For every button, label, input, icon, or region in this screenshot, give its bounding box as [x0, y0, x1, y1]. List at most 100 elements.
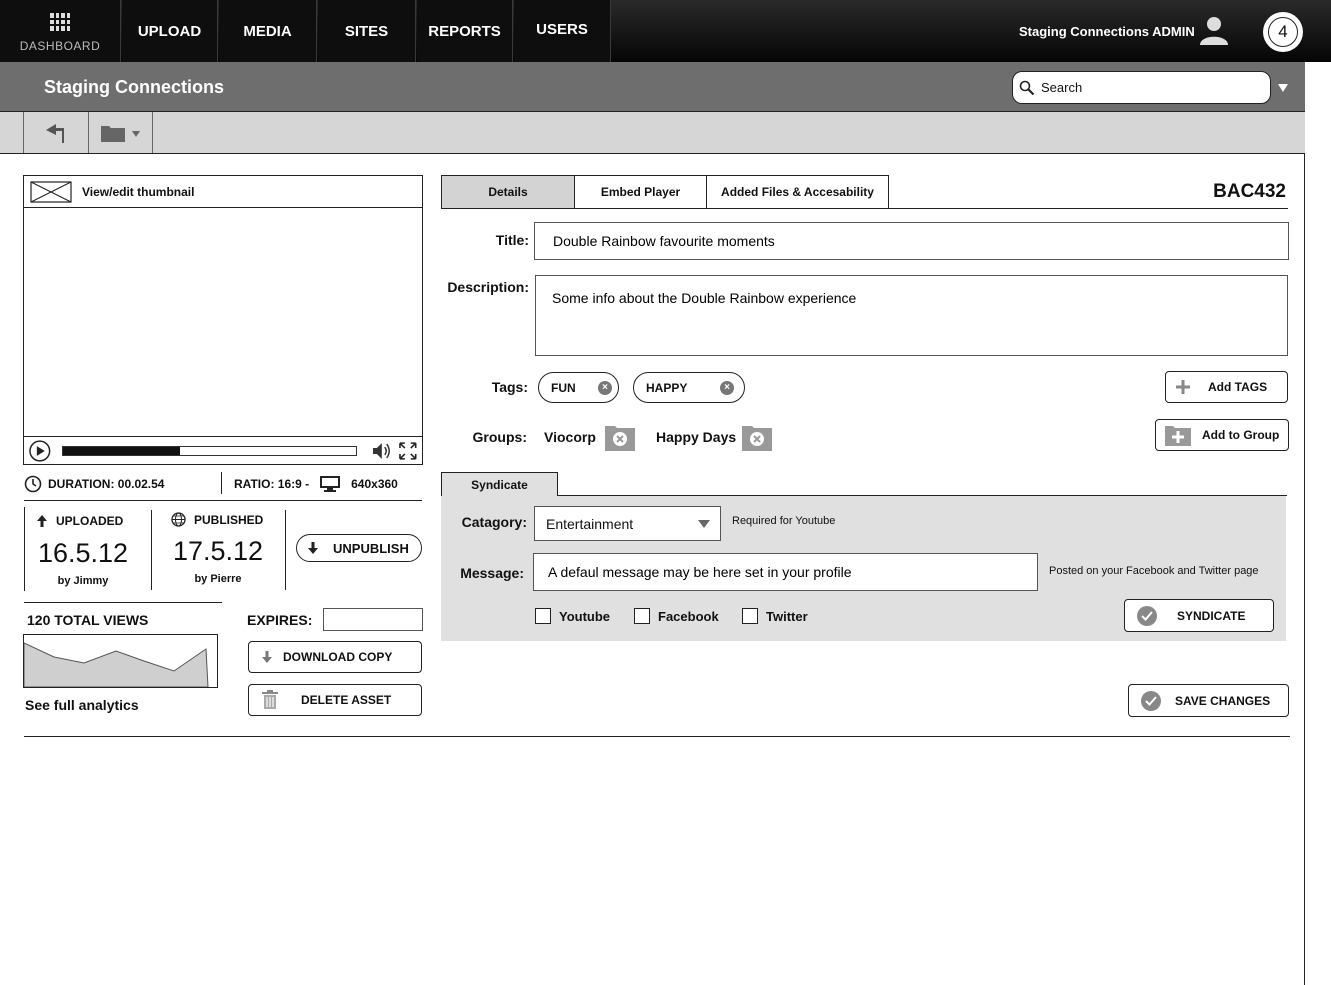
back-arrow-icon: [46, 123, 64, 143]
remove-tag-icon[interactable]: ×: [598, 380, 612, 395]
sparkline-chart: [23, 642, 209, 688]
notification-count: 4: [1278, 22, 1288, 41]
total-views: 120 TOTAL VIEWS: [27, 612, 149, 628]
progress-bar[interactable]: [61, 445, 357, 456]
tab-syndicate[interactable]: Syndicate: [441, 472, 558, 497]
nav-media[interactable]: MEDIA: [219, 0, 317, 62]
delete-label: DELETE ASSET: [301, 693, 392, 707]
published-label: PUBLISHED: [194, 512, 264, 527]
site-title: Staging Connections: [44, 77, 224, 97]
check-icon: [1137, 605, 1157, 626]
admin-name[interactable]: Staging Connections ADMIN: [1019, 24, 1195, 39]
description-input[interactable]: Some info about the Double Rainbow exper…: [535, 275, 1288, 356]
add-tags-label: Add TAGS: [1208, 380, 1268, 394]
globe-icon: [171, 512, 186, 527]
tag-fun[interactable]: FUN ×: [538, 372, 619, 403]
expires-label: EXPIRES:: [247, 612, 313, 628]
site-header: Staging Connections: [0, 62, 1305, 112]
twitter-label: Twitter: [766, 608, 808, 624]
youtube-checkbox[interactable]: Youtube: [535, 608, 610, 624]
search-dropdown-icon[interactable]: [1278, 84, 1288, 92]
facebook-checkbox[interactable]: Facebook: [634, 608, 719, 624]
syndicate-label: SYNDICATE: [1177, 608, 1246, 623]
analytics-link[interactable]: See full analytics: [25, 697, 139, 713]
category-value: Entertainment: [546, 515, 634, 532]
remove-group-folder-icon[interactable]: [604, 422, 636, 452]
nav-dashboard[interactable]: DASHBOARD: [0, 0, 121, 62]
tab-embed-player[interactable]: Embed Player: [574, 175, 707, 209]
uploaded-date: 16.5.12: [37, 538, 129, 568]
published-date: 17.5.12: [172, 536, 264, 566]
video-player[interactable]: View/edit thumbnail: [23, 175, 423, 465]
syndicate-button[interactable]: SYNDICATE: [1124, 599, 1274, 632]
tab-details-label: Details: [488, 185, 528, 199]
download-copy-button[interactable]: DOWNLOAD COPY: [248, 641, 422, 673]
search-input[interactable]: [1041, 80, 1251, 95]
tag-happy-label: HAPPY: [646, 380, 688, 395]
add-tags-button[interactable]: Add TAGS: [1165, 371, 1288, 403]
twitter-checkbox[interactable]: Twitter: [742, 608, 808, 624]
nav-reports[interactable]: REPORTS: [417, 0, 513, 62]
nav-users[interactable]: USERS: [514, 0, 611, 62]
title-label: Title:: [495, 232, 529, 248]
thumbnail-bar[interactable]: View/edit thumbnail: [24, 176, 422, 208]
save-changes-button[interactable]: SAVE CHANGES: [1128, 684, 1289, 717]
message-input[interactable]: [533, 553, 1038, 591]
published-header: PUBLISHED: [171, 512, 263, 527]
nav-upload[interactable]: UPLOAD: [122, 0, 218, 62]
down-arrow-icon: [308, 542, 318, 554]
nav-media-label: MEDIA: [243, 22, 292, 40]
nav-sites[interactable]: SITES: [318, 0, 416, 62]
folder-menu-button[interactable]: [88, 112, 153, 153]
checkbox[interactable]: [742, 608, 758, 624]
group-happy-days: Happy Days: [656, 422, 773, 452]
remove-group-folder-icon[interactable]: [741, 422, 773, 452]
tab-syndicate-label: Syndicate: [471, 478, 528, 492]
clock-icon: [24, 475, 42, 493]
youtube-label: Youtube: [559, 608, 611, 624]
user-avatar-icon[interactable]: [1198, 14, 1230, 46]
expires-input[interactable]: [323, 608, 423, 631]
checkbox[interactable]: [634, 608, 650, 624]
tab-added-files[interactable]: Added Files & Accesability: [706, 175, 889, 209]
check-icon: [1141, 690, 1161, 711]
divider: [24, 500, 422, 501]
category-select[interactable]: Entertainment: [534, 506, 721, 541]
thumbnail-label[interactable]: View/edit thumbnail: [82, 185, 194, 199]
image-placeholder-icon: [30, 180, 72, 203]
remove-tag-icon[interactable]: ×: [720, 380, 734, 395]
trash-icon: [262, 690, 278, 709]
facebook-label: Facebook: [658, 608, 719, 624]
volume-icon[interactable]: [371, 441, 393, 461]
checkbox[interactable]: [535, 608, 551, 624]
upload-arrow-icon: [37, 515, 47, 527]
unpublish-button[interactable]: UNPUBLISH: [296, 534, 422, 562]
divider: [151, 510, 152, 590]
tab-added-files-label: Added Files & Accesability: [721, 185, 874, 199]
delete-asset-button[interactable]: DELETE ASSET: [248, 684, 422, 716]
add-folder-icon: [1165, 426, 1191, 446]
group-viocorp-label: Viocorp: [544, 429, 596, 445]
search-box[interactable]: [1012, 71, 1271, 104]
dashboard-grid-icon: [50, 13, 70, 31]
duration-info: DURATION: 00.02.54: [24, 475, 164, 493]
tag-happy[interactable]: HAPPY ×: [633, 372, 745, 403]
add-to-group-button[interactable]: Add to Group: [1155, 419, 1289, 451]
download-icon: [262, 651, 272, 663]
fullscreen-icon[interactable]: [398, 441, 418, 461]
nav-upload-label: UPLOAD: [137, 22, 202, 40]
category-note: Required for Youtube: [732, 515, 836, 527]
tag-fun-label: FUN: [551, 380, 576, 395]
play-icon[interactable]: [28, 439, 52, 463]
chevron-down-icon: [698, 519, 710, 528]
group-viocorp: Viocorp: [544, 422, 636, 452]
back-button[interactable]: [23, 112, 89, 153]
views-sparkline[interactable]: [23, 634, 218, 688]
tab-details[interactable]: Details: [441, 175, 575, 209]
notification-badge[interactable]: 4: [1263, 12, 1303, 52]
footer-divider: [24, 736, 1290, 737]
page-border: [1304, 153, 1305, 985]
search-icon: [1019, 80, 1035, 95]
divider: [221, 472, 222, 494]
title-input[interactable]: [534, 222, 1289, 260]
